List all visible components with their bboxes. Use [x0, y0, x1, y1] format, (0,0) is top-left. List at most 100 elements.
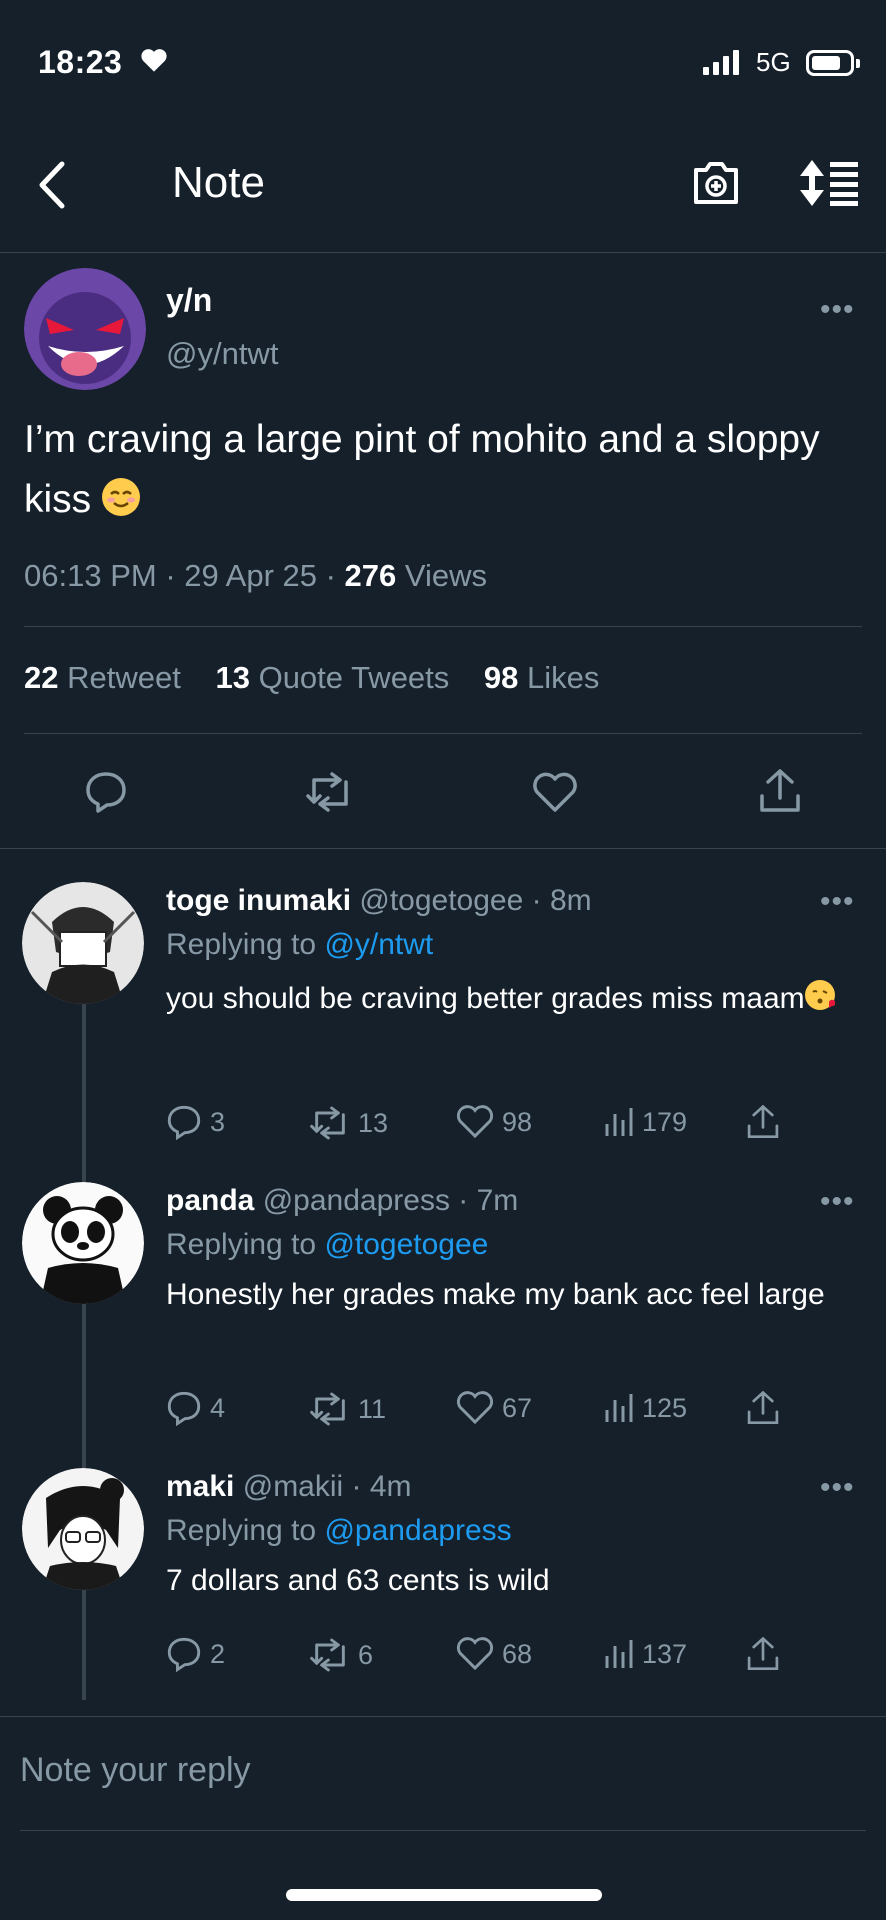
avatar[interactable]	[24, 268, 146, 390]
views-count: 137	[642, 1638, 688, 1669]
display-name[interactable]: y/n	[166, 282, 212, 319]
views-label: Views	[404, 558, 488, 593]
meta-divider	[24, 626, 862, 627]
tweet-text-content: I’m craving a large pint of mohito and a…	[24, 418, 820, 521]
retweets-label: Retweet	[67, 660, 181, 695]
like-action[interactable]: 98	[456, 1104, 532, 1140]
share-icon[interactable]	[758, 768, 802, 814]
avatar[interactable]	[22, 1182, 144, 1304]
like-count: 98	[502, 1106, 533, 1137]
heart-icon	[141, 49, 167, 72]
reply-count: 4	[210, 1392, 226, 1423]
replying-to-link[interactable]: @y/ntwt	[324, 928, 433, 961]
reply-header: panda @pandapress · 7m	[166, 1184, 518, 1218]
reply-text-content: you should be craving better grades miss…	[166, 982, 805, 1015]
handle[interactable]: @pandapress	[263, 1184, 450, 1217]
avatar[interactable]	[22, 882, 144, 1004]
retweet-action[interactable]: 13	[310, 1106, 388, 1140]
reply-text: you should be craving better grades miss…	[166, 974, 856, 1024]
likes-label: Likes	[527, 660, 600, 695]
handle[interactable]: @makii	[243, 1470, 343, 1503]
home-indicator[interactable]	[286, 1889, 602, 1901]
reply-text: Honestly her grades make my bank acc fee…	[166, 1278, 825, 1311]
retweet-count: 11	[358, 1393, 387, 1424]
retweet-count: 6	[358, 1639, 374, 1670]
views-count: 125	[642, 1392, 688, 1423]
retweet-count: 13	[358, 1107, 389, 1138]
back-arrow-icon[interactable]	[34, 160, 70, 210]
like-count: 68	[502, 1638, 533, 1669]
actions-divider	[0, 848, 886, 849]
reply-text: 7 dollars and 63 cents is wild	[166, 1564, 550, 1597]
more-options-icon[interactable]: •••	[820, 887, 855, 917]
quotes-count: 13	[215, 660, 250, 695]
reply-age: · 8m	[531, 884, 592, 917]
retweets-count: 22	[24, 660, 59, 695]
reply-header: maki @makii · 4m	[166, 1470, 412, 1504]
reply-action[interactable]: 4	[166, 1390, 225, 1426]
network-label: 5G	[756, 47, 791, 77]
reply-age: · 7m	[458, 1184, 519, 1217]
status-time: 18:23	[38, 44, 123, 80]
blush-emoji-icon	[102, 478, 141, 516]
like-action[interactable]: 67	[456, 1390, 532, 1426]
reply-count: 2	[210, 1638, 226, 1669]
more-options-icon[interactable]: •••	[820, 295, 855, 325]
reply-input[interactable]: Note your reply	[20, 1751, 251, 1790]
reply-action[interactable]: 2	[166, 1636, 225, 1672]
replying-prefix: Replying to	[166, 1514, 317, 1547]
thread-line	[82, 1000, 86, 1700]
share-icon[interactable]	[746, 1390, 780, 1426]
like-count: 67	[502, 1392, 533, 1423]
display-name[interactable]: maki	[166, 1470, 234, 1503]
retweet-action[interactable]: 11	[310, 1392, 386, 1426]
share-icon[interactable]	[746, 1104, 780, 1140]
more-options-icon[interactable]: •••	[820, 1473, 855, 1503]
kiss-emoji-icon	[804, 980, 835, 1010]
composer-divider	[0, 1716, 886, 1717]
reply-count: 3	[210, 1106, 226, 1137]
replying-to: Replying to @pandapress	[166, 1514, 512, 1548]
views-action[interactable]: 137	[604, 1638, 687, 1670]
retweet-action[interactable]: 6	[310, 1638, 373, 1672]
reply-age: · 4m	[351, 1470, 412, 1503]
retweet-icon[interactable]	[306, 772, 354, 812]
tweet-text: I’m craving a large pint of mohito and a…	[24, 410, 854, 530]
battery-icon	[806, 50, 860, 76]
signal-icon	[703, 50, 739, 75]
replying-prefix: Replying to	[166, 928, 317, 961]
tweet-date: 29 Apr 25	[184, 558, 317, 593]
replying-to-link[interactable]: @togetogee	[324, 1228, 488, 1261]
stats-divider	[24, 733, 862, 734]
like-icon[interactable]	[532, 772, 578, 814]
replying-to: Replying to @y/ntwt	[166, 928, 433, 962]
sort-icon[interactable]	[800, 160, 860, 206]
tweet-meta: 06:13 PM · 29 Apr 25 · 276 Views	[24, 558, 488, 593]
header-divider	[0, 252, 886, 253]
engagement-stats: 22 Retweet 13 Quote Tweets 98 Likes	[24, 660, 599, 696]
handle[interactable]: @togetogee	[359, 884, 523, 917]
input-underline	[20, 1830, 866, 1831]
camera-icon[interactable]	[690, 156, 742, 208]
display-name[interactable]: panda	[166, 1184, 254, 1217]
display-name[interactable]: toge inumaki	[166, 884, 351, 917]
quotes-label: Quote Tweets	[258, 660, 450, 695]
retweets-stat[interactable]: 22 Retweet	[24, 660, 181, 695]
replying-to-link[interactable]: @pandapress	[324, 1514, 511, 1547]
views-count: 276	[344, 558, 397, 593]
handle[interactable]: @y/ntwt	[166, 336, 278, 372]
share-icon[interactable]	[746, 1636, 780, 1672]
page-title: Note	[172, 158, 265, 207]
views-action[interactable]: 179	[604, 1106, 687, 1138]
reply-icon[interactable]	[84, 770, 128, 814]
like-action[interactable]: 68	[456, 1636, 532, 1672]
tweet-time: 06:13 PM	[24, 558, 157, 593]
reply-action[interactable]: 3	[166, 1104, 225, 1140]
avatar[interactable]	[22, 1468, 144, 1590]
more-options-icon[interactable]: •••	[820, 1187, 855, 1217]
reply-header: toge inumaki @togetogee · 8m	[166, 884, 592, 918]
views-action[interactable]: 125	[604, 1392, 687, 1424]
likes-stat[interactable]: 98 Likes	[484, 660, 599, 695]
views-count: 179	[642, 1106, 688, 1137]
quotes-stat[interactable]: 13 Quote Tweets	[215, 660, 449, 695]
